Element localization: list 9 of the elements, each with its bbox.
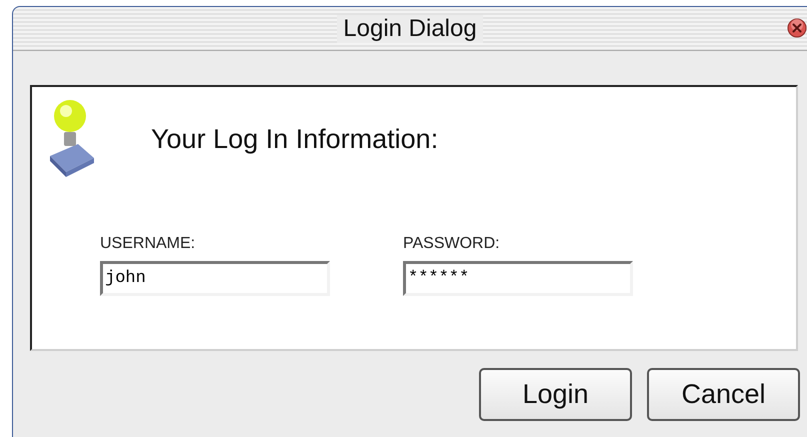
- close-icon[interactable]: [787, 18, 807, 38]
- input-field[interactable]: john: [100, 261, 330, 296]
- input-field[interactable]: ******: [403, 261, 633, 296]
- dialog-button[interactable]: Login: [479, 368, 632, 421]
- field-label: USERNAME:: [100, 235, 196, 253]
- dialog-heading: Your Log In Information:: [151, 124, 438, 154]
- dialog-button[interactable]: Cancel: [647, 368, 800, 421]
- field-label: PASSWORD:: [403, 235, 501, 253]
- window-title: Login Dialog: [337, 14, 483, 42]
